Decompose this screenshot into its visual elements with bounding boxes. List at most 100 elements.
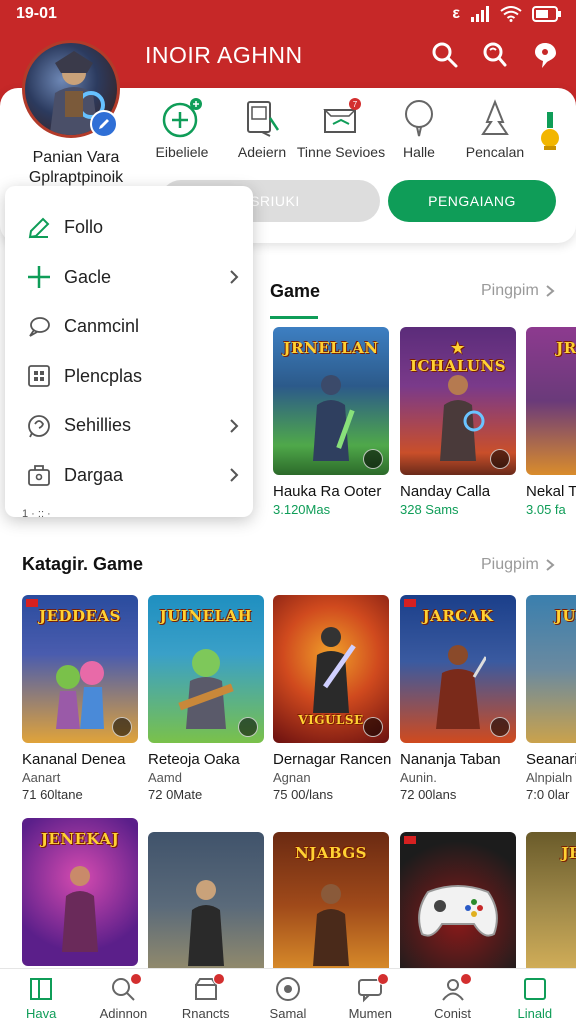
character-figure xyxy=(188,880,224,966)
nav-label: Hava xyxy=(25,1006,57,1021)
game-card[interactable]: JUINELAH Reteoja Oaka Aamd 72 0Mate xyxy=(148,595,264,802)
game-card-meta: 3.120Mas xyxy=(273,502,331,517)
quick-action-label: Adeiern xyxy=(237,144,287,160)
plus-icon xyxy=(28,266,50,289)
nav-label: Mumen xyxy=(348,1006,392,1021)
quick-action-pencalan[interactable]: Pencalan xyxy=(450,96,540,160)
game-card-art: JENEKAJ xyxy=(22,818,138,966)
nav-item-conist[interactable]: Conist xyxy=(411,969,493,1024)
menu-item-label: Follo xyxy=(64,217,104,238)
game-card-art: JEDDEAS xyxy=(22,595,138,743)
menu-item-gacle[interactable]: Gacle xyxy=(5,253,253,303)
edit-avatar-icon[interactable] xyxy=(90,110,118,138)
nav-item-linald[interactable]: Linald xyxy=(494,969,576,1024)
game-card-title: Reteoja Oaka xyxy=(148,751,240,768)
edit-icon xyxy=(28,217,50,238)
game-card[interactable] xyxy=(148,832,264,980)
section-more-link[interactable]: Piugpim xyxy=(481,556,555,574)
nav-item-mumen[interactable]: Mumen xyxy=(329,969,411,1024)
game-art-title: JARCAK xyxy=(422,607,494,625)
notification-dot xyxy=(130,973,143,985)
game-art-title: JUNEL xyxy=(554,607,576,625)
game-card-art xyxy=(400,832,516,980)
nav-item-hava[interactable]: Hava xyxy=(0,969,82,1024)
quick-action-label: Tinne Sevioes xyxy=(296,144,386,160)
game-card[interactable] xyxy=(400,832,516,980)
game-card[interactable]: JRESE Nekal T 3.05 fa xyxy=(526,327,576,517)
game-card-meta: 72 0Mate xyxy=(148,787,203,802)
help-icon xyxy=(28,414,50,438)
game-card-art xyxy=(148,832,264,980)
game-card-art: JRESE xyxy=(526,327,576,475)
game-card[interactable]: JENEKAJ xyxy=(22,818,138,966)
profile-name: Panian Vara Gplraptpinoik xyxy=(6,148,146,188)
game-card-title: Nekal T xyxy=(526,483,576,500)
search-icon[interactable] xyxy=(430,40,460,70)
game-art-title: JENEKAJ xyxy=(40,830,120,848)
section-more-link[interactable]: Pingpim xyxy=(481,282,555,300)
disc-icon xyxy=(275,977,300,1001)
square-icon xyxy=(523,978,546,1000)
game-card[interactable]: JENS xyxy=(526,832,576,980)
quick-action-tinne-sevioes[interactable]: 7 Tinne Sevioes xyxy=(296,96,386,160)
game-art-title: JRNELLAN xyxy=(283,339,379,357)
game-card-meta: 75 00/lans xyxy=(273,787,333,802)
tag-marker xyxy=(404,836,416,844)
game-card-subtitle: Aanart xyxy=(22,770,61,785)
nav-item-rnancts[interactable]: Rnancts xyxy=(165,969,247,1024)
section-more-label: Pingpim xyxy=(481,282,539,299)
game-card[interactable]: NJABGS xyxy=(273,832,389,980)
tag-marker xyxy=(26,599,38,607)
menu-item-canmcinl[interactable]: Canmcinl xyxy=(5,302,253,352)
game-card-title: Dernagar Rancen xyxy=(273,751,392,768)
menu-item-dargaa[interactable]: Dargaa xyxy=(5,451,253,501)
nav-item-adinnon[interactable]: Adinnon xyxy=(82,969,164,1024)
menu-item-label: Dargaa xyxy=(64,464,124,485)
section-title-game: Game xyxy=(270,281,321,301)
trophy-icon[interactable] xyxy=(538,108,562,152)
gamepad-icon xyxy=(418,885,498,937)
menu-item-sehillies[interactable]: Sehillies xyxy=(5,401,253,451)
game-card-title: Seanari xyxy=(526,751,576,768)
game-card[interactable]: JUNEL Seanari Alnpialn 7:0 0lar xyxy=(526,595,576,802)
game-card-art: JRNELLAN xyxy=(273,327,389,475)
game-card-title: Kananal Denea xyxy=(22,751,126,768)
game-card-meta: 3.05 fa xyxy=(526,502,566,517)
chevron-right-icon xyxy=(546,559,555,571)
section-more-label: Piugpim xyxy=(481,556,539,573)
primary-pill-button[interactable]: PENGAIANG xyxy=(388,180,556,222)
bag-icon xyxy=(28,465,50,487)
pin-icon[interactable] xyxy=(530,40,560,70)
quick-action-adeiern[interactable]: Adeiern xyxy=(217,96,307,160)
grid-icon xyxy=(28,365,50,388)
hidden-card-meta: 1 · :: · xyxy=(22,508,51,520)
menu-item-label: Gacle xyxy=(64,266,112,287)
notification-dot xyxy=(377,973,390,985)
game-card[interactable]: JRNELLAN Hauka Ra Ooter 3.120Mas xyxy=(273,327,389,517)
game-card[interactable]: ★ ICHALUNS Nanday Calla 328 Sams xyxy=(400,327,516,517)
game-card[interactable]: JARCAK Nananja Taban Aunin. 72 00lans xyxy=(400,595,516,802)
battery-icon xyxy=(532,6,561,22)
game-card[interactable]: JEDDEAS Kananal Denea Aanart 71 60ltane xyxy=(22,595,138,802)
menu-item-follo[interactable]: Follo xyxy=(5,203,253,253)
character-figure xyxy=(178,649,234,729)
profile-name-line1: Panian Vara xyxy=(32,149,120,166)
game-art-title: JRESE xyxy=(556,339,576,357)
nav-label: Linald xyxy=(517,1006,553,1021)
chevron-right-icon xyxy=(230,419,239,433)
nav-item-samal[interactable]: Samal xyxy=(247,969,329,1024)
section-title-katagir: Katagir. Game xyxy=(22,554,144,574)
quick-action-eibeliele[interactable]: Eibeliele xyxy=(137,96,227,160)
nav-label: Conist xyxy=(434,1006,471,1021)
chevron-right-icon xyxy=(230,270,239,284)
character-figure xyxy=(56,661,104,729)
play-badge-icon xyxy=(112,717,132,737)
game-card[interactable]: VIGULSE Dernagar Rancen Agnan 75 00/lans xyxy=(273,595,392,802)
character-figure xyxy=(313,884,349,966)
menu-item-plencplas[interactable]: Plencplas xyxy=(5,352,253,402)
game-card-art: ★ ICHALUNS xyxy=(400,327,516,475)
notification-dot xyxy=(212,973,225,985)
search-alt-icon[interactable] xyxy=(480,40,510,70)
play-badge-icon xyxy=(490,717,510,737)
signal-icon xyxy=(471,6,489,22)
